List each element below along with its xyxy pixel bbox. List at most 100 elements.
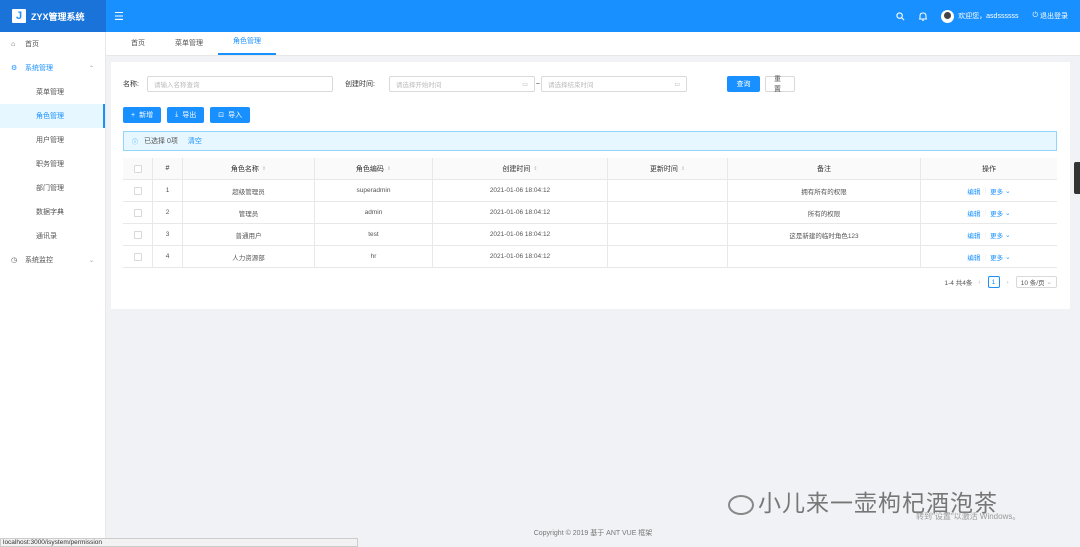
col-remark: 备注 xyxy=(728,158,921,179)
start-placeholder: 请选择开始时间 xyxy=(395,82,442,89)
name-search-input[interactable]: 请输入名称查询 xyxy=(146,76,333,92)
sidebar: ⌂ 首页 ⚙ 系统管理 ⌃ 菜单管理 角色管理 用户管理 职务管理 部门管理 数… xyxy=(0,32,106,547)
edit-link[interactable]: 编辑 xyxy=(967,186,980,196)
page-1-button[interactable]: 1 xyxy=(987,276,1000,288)
cell-created-time: 2021-01-06 18:04:12 xyxy=(433,202,608,223)
import-label: 导入 xyxy=(228,112,243,119)
search-form: 名称: 请输入名称查询 创建时间: 请选择开始时间 ▭ ~ 请选择结束时间 ▭ … xyxy=(123,76,795,93)
user-menu[interactable]: 欢迎您，asdssssss xyxy=(941,9,1018,23)
sidebar-item-position-manage[interactable]: 职务管理 xyxy=(0,152,105,176)
row-checkbox[interactable] xyxy=(133,186,142,195)
logout-button[interactable]: ⏻ 退出登录 xyxy=(1032,11,1068,21)
end-placeholder: 请选择结束时间 xyxy=(548,82,594,89)
tab-home[interactable]: 首页 xyxy=(116,38,160,55)
tab-menu-manage[interactable]: 菜单管理 xyxy=(160,38,218,55)
more-dropdown[interactable]: 更多 xyxy=(990,252,1003,262)
cell-actions: 编辑 | 更多 ⌄ xyxy=(921,202,1057,223)
chevron-down-icon: ⌄ xyxy=(88,257,94,264)
cell-actions: 编辑 | 更多 ⌄ xyxy=(921,180,1057,201)
col-role-name[interactable]: 角色名称 ⇕ xyxy=(183,158,315,179)
end-time-input[interactable]: 请选择结束时间 ▭ xyxy=(541,76,687,92)
col-role-code[interactable]: 角色编码 ⇕ xyxy=(315,158,433,179)
cell-remark xyxy=(728,246,921,267)
pagination-summary: 1-4 共4条 xyxy=(944,280,973,287)
chevron-down-icon: ⌄ xyxy=(1005,187,1011,195)
table-row: 4 人力资源部 hr 2021-01-06 18:04:12 编辑 | 更多 ⌄ xyxy=(123,246,1057,268)
sidebar-item-user-manage[interactable]: 用户管理 xyxy=(0,128,105,152)
sidebar-item-system-manage[interactable]: ⚙ 系统管理 ⌃ xyxy=(0,56,105,80)
divider: | xyxy=(984,209,987,216)
app-title: ZYX管理系统 xyxy=(31,11,85,22)
range-separator: ~ xyxy=(535,80,540,88)
avatar xyxy=(941,9,955,23)
table-row: 1 超级管理员 superadmin 2021-01-06 18:04:12 拥… xyxy=(123,180,1057,202)
col-created-time[interactable]: 创建时间 ⇕ xyxy=(433,158,608,179)
row-checkbox[interactable] xyxy=(133,252,142,261)
col-label: 角色编码 xyxy=(355,165,384,173)
add-button[interactable]: + 新增 xyxy=(123,107,162,123)
search-icon[interactable] xyxy=(896,11,905,21)
next-page-icon[interactable]: › xyxy=(1007,279,1009,286)
cell-role-code: test xyxy=(315,224,433,245)
name-placeholder: 请输入名称查询 xyxy=(153,82,200,89)
sidebar-item-role-manage[interactable]: 角色管理 xyxy=(0,104,105,128)
page-size-value: 10 条/页 xyxy=(1020,280,1045,287)
cell-index: 2 xyxy=(153,202,183,223)
col-actions: 操作 xyxy=(982,165,996,173)
more-dropdown[interactable]: 更多 xyxy=(990,208,1003,218)
cell-actions: 编辑 | 更多 ⌄ xyxy=(921,246,1057,267)
info-icon: ⓘ xyxy=(132,139,139,146)
row-select-cell xyxy=(123,224,153,245)
bell-icon[interactable] xyxy=(919,11,928,21)
cell-created-time: 2021-01-06 18:04:12 xyxy=(433,224,608,245)
import-button[interactable]: ⊡ 导入 xyxy=(210,107,251,123)
cell-index: 1 xyxy=(153,180,183,201)
more-dropdown[interactable]: 更多 xyxy=(990,230,1003,240)
sidebar-item-depart-manage[interactable]: 部门管理 xyxy=(0,176,105,200)
sidebar-item-dict[interactable]: 数据字典 xyxy=(0,200,105,224)
top-header: J ZYX管理系统 ☰ 欢迎您，asdssssss ⏻ 退出登录 xyxy=(0,0,1080,32)
side-drawer-handle[interactable] xyxy=(1074,162,1080,194)
more-dropdown[interactable]: 更多 xyxy=(990,186,1003,196)
row-checkbox[interactable] xyxy=(133,208,142,217)
col-index: # xyxy=(153,158,183,179)
cell-created-time: 2021-01-06 18:04:12 xyxy=(433,246,608,267)
table-row: 3 普通用户 test 2021-01-06 18:04:12 这是新建的临时角… xyxy=(123,224,1057,246)
tab-bar: 首页 菜单管理 角色管理 xyxy=(106,32,1080,56)
tab-role-manage[interactable]: 角色管理 xyxy=(218,36,276,55)
col-label: 更新时间 xyxy=(649,165,678,173)
cell-index: 3 xyxy=(153,224,183,245)
edit-link[interactable]: 编辑 xyxy=(967,252,980,262)
edit-link[interactable]: 编辑 xyxy=(967,230,980,240)
logout-label: 退出登录 xyxy=(1040,13,1068,20)
menu-fold-icon[interactable]: ☰ xyxy=(114,10,124,23)
app-logo[interactable]: J ZYX管理系统 xyxy=(0,0,106,32)
edit-link[interactable]: 编辑 xyxy=(967,208,980,218)
select-all-checkbox[interactable] xyxy=(133,164,142,173)
windows-activation-notice: 转到"设置"以激活 Windows。 xyxy=(916,512,1021,521)
start-time-input[interactable]: 请选择开始时间 ▭ xyxy=(388,76,535,92)
reset-button[interactable]: 重置 xyxy=(765,76,795,93)
query-button[interactable]: 查询 xyxy=(727,76,760,92)
sidebar-item-home[interactable]: ⌂ 首页 xyxy=(0,32,105,56)
wechat-icon xyxy=(728,494,754,515)
page-size-select[interactable]: 10 条/页 ⌄ xyxy=(1015,276,1057,288)
cell-role-code: admin xyxy=(315,202,433,223)
sidebar-item-address-book[interactable]: 通讯录 xyxy=(0,224,105,248)
home-icon: ⌂ xyxy=(11,40,16,48)
clear-selection-link[interactable]: 清空 xyxy=(188,136,202,146)
cell-role-code: superadmin xyxy=(315,180,433,201)
chevron-down-icon: ⌄ xyxy=(1046,279,1052,286)
name-label: 名称: xyxy=(123,81,139,88)
sidebar-item-system-monitor[interactable]: ◷ 系统监控 ⌄ xyxy=(0,248,105,272)
role-table: # 角色名称 ⇕ 角色编码 ⇕ 创建时间 ⇕ 更新时间 ⇕ 备注 操作 1 超级管理员 … xyxy=(123,158,1057,268)
cell-remark: 拥有所有的权限 xyxy=(728,180,921,201)
export-button[interactable]: ⤓ 导出 xyxy=(167,107,205,123)
col-label: 创建时间 xyxy=(502,165,531,173)
cell-role-name: 超级管理员 xyxy=(183,180,315,201)
prev-page-icon[interactable]: ‹ xyxy=(978,279,980,286)
sidebar-item-menu-manage[interactable]: 菜单管理 xyxy=(0,80,105,104)
row-checkbox[interactable] xyxy=(133,230,142,239)
cell-role-name: 管理员 xyxy=(183,202,315,223)
col-updated-time[interactable]: 更新时间 ⇕ xyxy=(608,158,728,179)
